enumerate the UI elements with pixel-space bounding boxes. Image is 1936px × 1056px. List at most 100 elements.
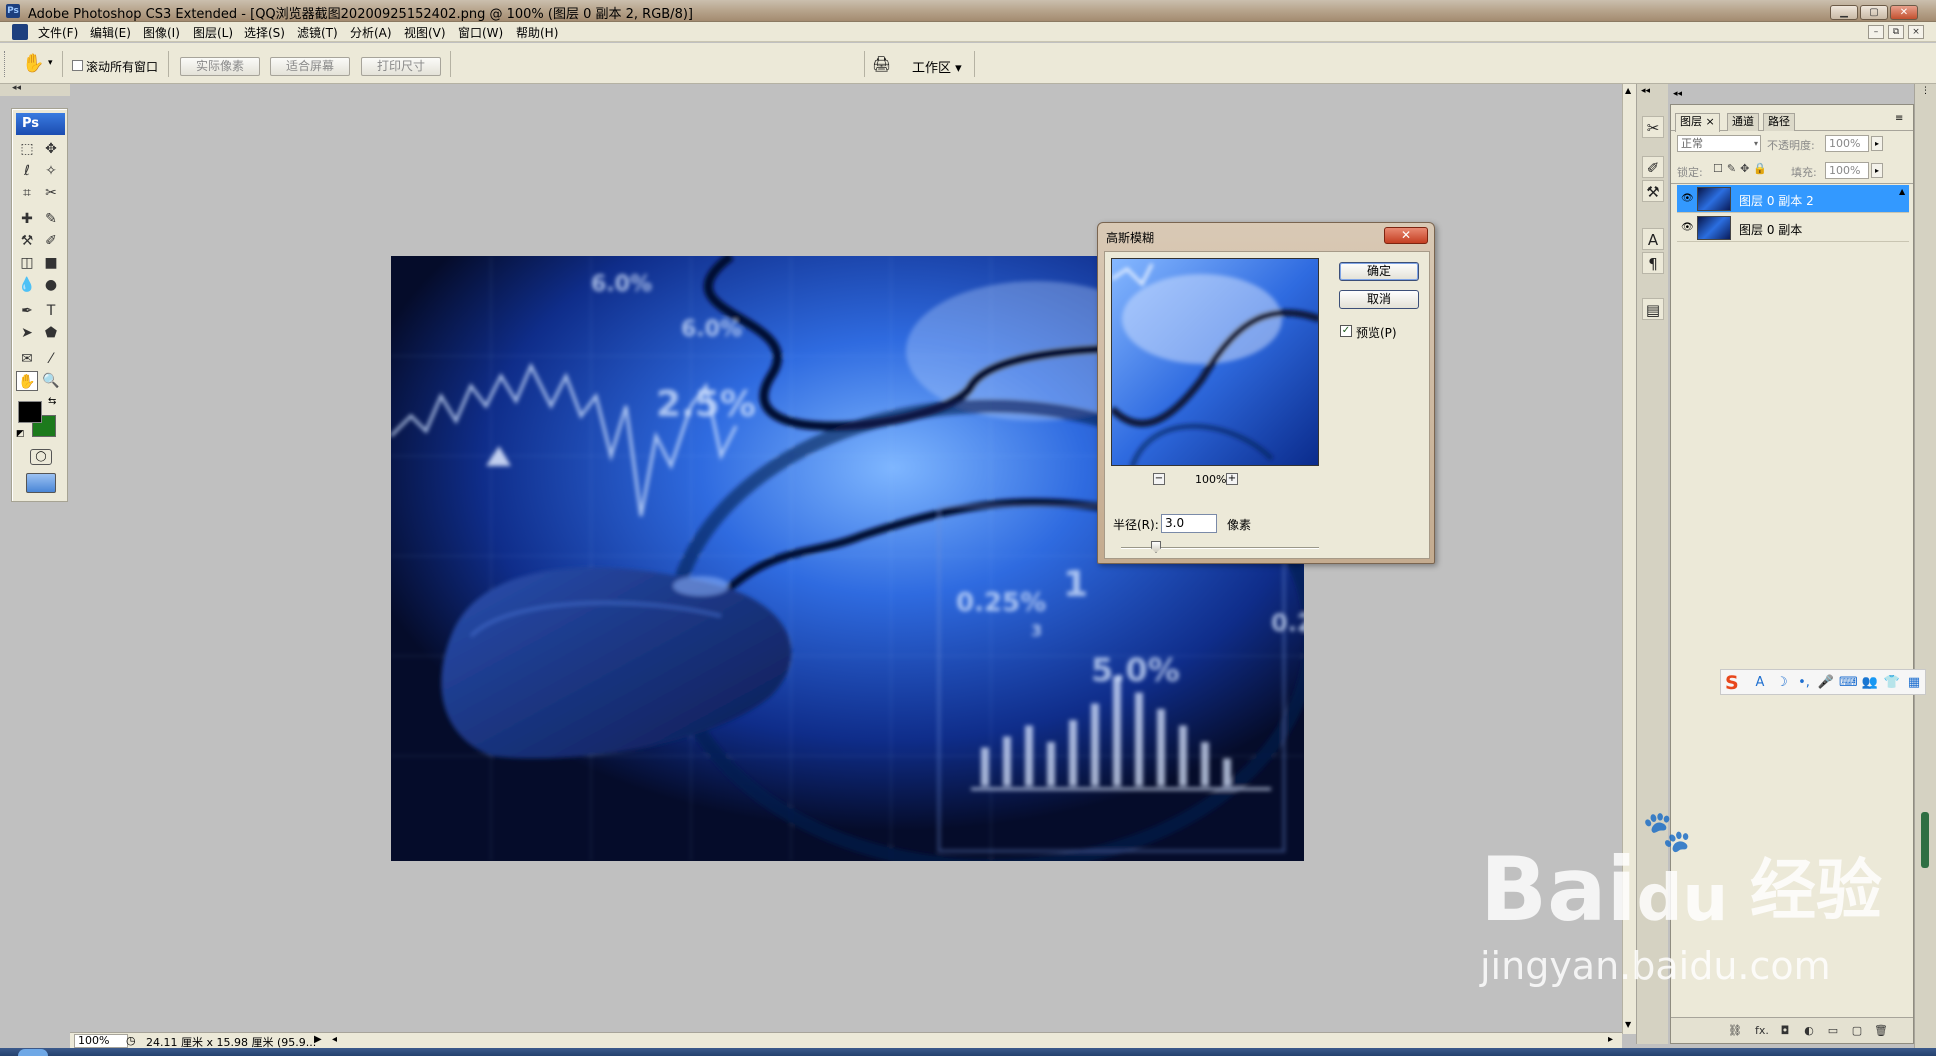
ime-users-icon[interactable]: 👥	[1861, 675, 1879, 691]
menu-layer[interactable]: 图层(L)	[193, 24, 233, 41]
opacity-field[interactable]: 100%	[1825, 135, 1869, 152]
gradient-icon[interactable]: ■	[40, 253, 62, 273]
blur-preview[interactable]	[1111, 258, 1319, 466]
expand-dock-icon[interactable]: ◂◂	[1641, 86, 1650, 96]
print-size-button[interactable]: 打印尺寸	[361, 57, 441, 76]
maximize-button[interactable]: ▢	[1860, 5, 1888, 20]
zoom-in-button[interactable]: +	[1226, 473, 1238, 485]
crop-icon[interactable]: ⌗	[16, 183, 38, 203]
menu-edit[interactable]: 编辑(E)	[90, 24, 131, 41]
actual-pixels-button[interactable]: 实际像素	[180, 57, 260, 76]
opacity-arrow-icon[interactable]: ▸	[1871, 136, 1883, 151]
ime-mic-icon[interactable]: 🎤	[1817, 675, 1835, 691]
brushes-panel-icon[interactable]: ✐	[1642, 156, 1664, 178]
pen-icon[interactable]: ✒	[16, 301, 38, 321]
close-window-button[interactable]: ✕	[1890, 5, 1918, 20]
shape-icon[interactable]: ⬟	[40, 323, 62, 343]
history-brush-icon[interactable]: ✐	[40, 231, 62, 251]
zoom-field[interactable]: 100%	[74, 1034, 128, 1048]
visibility-eye-icon[interactable]: 👁	[1681, 193, 1694, 205]
panel-collapse-icon[interactable]: ◂◂	[1673, 89, 1682, 99]
menu-filter[interactable]: 滤镜(T)	[297, 24, 338, 41]
collapse-icon[interactable]: ◂◂	[12, 83, 21, 93]
scroll-all-checkbox[interactable]	[72, 60, 83, 71]
grip-icon[interactable]: ⋮	[1921, 86, 1930, 96]
new-group-icon[interactable]: ▭	[1825, 1023, 1841, 1039]
zoom-out-button[interactable]: −	[1153, 473, 1165, 485]
ime-skin-icon[interactable]: 👕	[1883, 675, 1901, 691]
scroll-right-icon[interactable]: ▸	[1608, 1034, 1613, 1045]
ime-moon-icon[interactable]: ☽	[1773, 675, 1791, 691]
doc-close-button[interactable]: ×	[1908, 25, 1924, 39]
move-icon[interactable]: ✥	[40, 139, 62, 159]
screen-mode-icon[interactable]	[26, 473, 56, 493]
swap-colors-icon[interactable]: ⇆	[48, 396, 56, 407]
scroll-up-icon[interactable]: ▲	[1625, 86, 1631, 95]
status-menu-arrow-icon[interactable]: ▶	[314, 1034, 322, 1045]
adjustment-layer-icon[interactable]: ◐	[1801, 1023, 1817, 1039]
menu-window[interactable]: 窗口(W)	[458, 24, 503, 41]
tab-channels[interactable]: 通道	[1727, 113, 1759, 131]
scroll-left-icon[interactable]: ◂	[332, 1034, 337, 1045]
radius-slider-thumb[interactable]	[1151, 541, 1161, 553]
menu-help[interactable]: 帮助(H)	[516, 24, 558, 41]
fill-field[interactable]: 100%	[1825, 162, 1869, 179]
zoom-icon[interactable]: 🔍	[40, 371, 62, 391]
navigator-panel-icon[interactable]: ✂	[1642, 116, 1664, 138]
dialog-close-button[interactable]: ✕	[1384, 227, 1428, 244]
ime-keyboard-icon[interactable]: ⌨	[1839, 675, 1858, 691]
foreground-color-swatch-front[interactable]	[18, 401, 42, 423]
sogou-logo-icon[interactable]: S	[1725, 673, 1745, 693]
visibility-eye-icon[interactable]: 👁	[1681, 222, 1694, 234]
delete-layer-icon[interactable]: 🗑	[1873, 1023, 1889, 1039]
dodge-icon[interactable]: ●	[40, 275, 62, 295]
cancel-button[interactable]: 取消	[1339, 290, 1419, 309]
healing-brush-icon[interactable]: ✚	[16, 209, 38, 229]
side-tab[interactable]	[1921, 812, 1929, 868]
path-selection-icon[interactable]: ➤	[16, 323, 38, 343]
hand-tool-icon[interactable]: ✋	[22, 54, 44, 74]
menu-analysis[interactable]: 分析(A)	[350, 24, 392, 41]
tool-preset-dropdown-icon[interactable]: ▾	[48, 58, 53, 68]
fit-screen-button[interactable]: 适合屏幕	[270, 57, 350, 76]
vertical-scrollbar[interactable]: ▲ ▼	[1622, 84, 1636, 1034]
ime-lang-icon[interactable]: A	[1751, 675, 1769, 691]
character-panel-icon[interactable]: A	[1642, 228, 1664, 250]
lock-icons[interactable]: ☐✎✥🔒	[1713, 162, 1771, 175]
layer-row[interactable]: 👁 图层 0 副本	[1677, 214, 1909, 242]
menu-file[interactable]: 文件(F)	[38, 24, 78, 41]
scroll-down-icon[interactable]: ▼	[1625, 1020, 1631, 1029]
brush-icon[interactable]: ✎	[40, 209, 62, 229]
clone-source-panel-icon[interactable]: ⚒	[1642, 180, 1664, 202]
tab-paths[interactable]: 路径	[1763, 113, 1795, 131]
ok-button[interactable]: 确定	[1339, 262, 1419, 281]
radius-slider-track[interactable]	[1121, 547, 1319, 549]
blend-mode-select[interactable]: 正常 ▾	[1677, 135, 1761, 152]
radius-input[interactable]: 3.0	[1161, 514, 1217, 533]
ime-tools-icon[interactable]: ▦	[1905, 675, 1923, 691]
type-icon[interactable]: T	[40, 301, 62, 321]
workspace-menu[interactable]: 工作区 ▾	[912, 57, 962, 76]
eraser-icon[interactable]: ◫	[16, 253, 38, 273]
minimize-button[interactable]: ▁	[1830, 5, 1858, 20]
doc-minimize-button[interactable]: –	[1868, 25, 1884, 39]
notes-icon[interactable]: ✉	[16, 349, 38, 369]
menu-select[interactable]: 选择(S)	[244, 24, 285, 41]
lasso-icon[interactable]: ℓ	[16, 161, 38, 181]
layer-comps-panel-icon[interactable]: ▤	[1642, 298, 1664, 320]
hand-icon[interactable]: ✋	[16, 371, 38, 391]
panel-menu-icon[interactable]: ≡	[1895, 113, 1903, 124]
new-layer-icon[interactable]: ▢	[1849, 1023, 1865, 1039]
layer-style-icon[interactable]: fx.	[1751, 1023, 1773, 1039]
ime-punct-icon[interactable]: •,	[1795, 675, 1813, 691]
menu-view[interactable]: 视图(V)	[404, 24, 446, 41]
start-button[interactable]	[18, 1049, 48, 1056]
quick-mask-icon[interactable]: ◯	[30, 449, 52, 465]
menu-image[interactable]: 图像(I)	[143, 24, 180, 41]
layers-scroll-up-icon[interactable]: ▲	[1899, 187, 1905, 196]
blur-icon[interactable]: 💧	[16, 275, 38, 295]
fill-arrow-icon[interactable]: ▸	[1871, 163, 1883, 178]
slice-icon[interactable]: ✂	[40, 183, 62, 203]
eyedropper-icon[interactable]: ⁄	[40, 349, 62, 369]
link-layers-icon[interactable]: ⛓	[1727, 1023, 1743, 1039]
